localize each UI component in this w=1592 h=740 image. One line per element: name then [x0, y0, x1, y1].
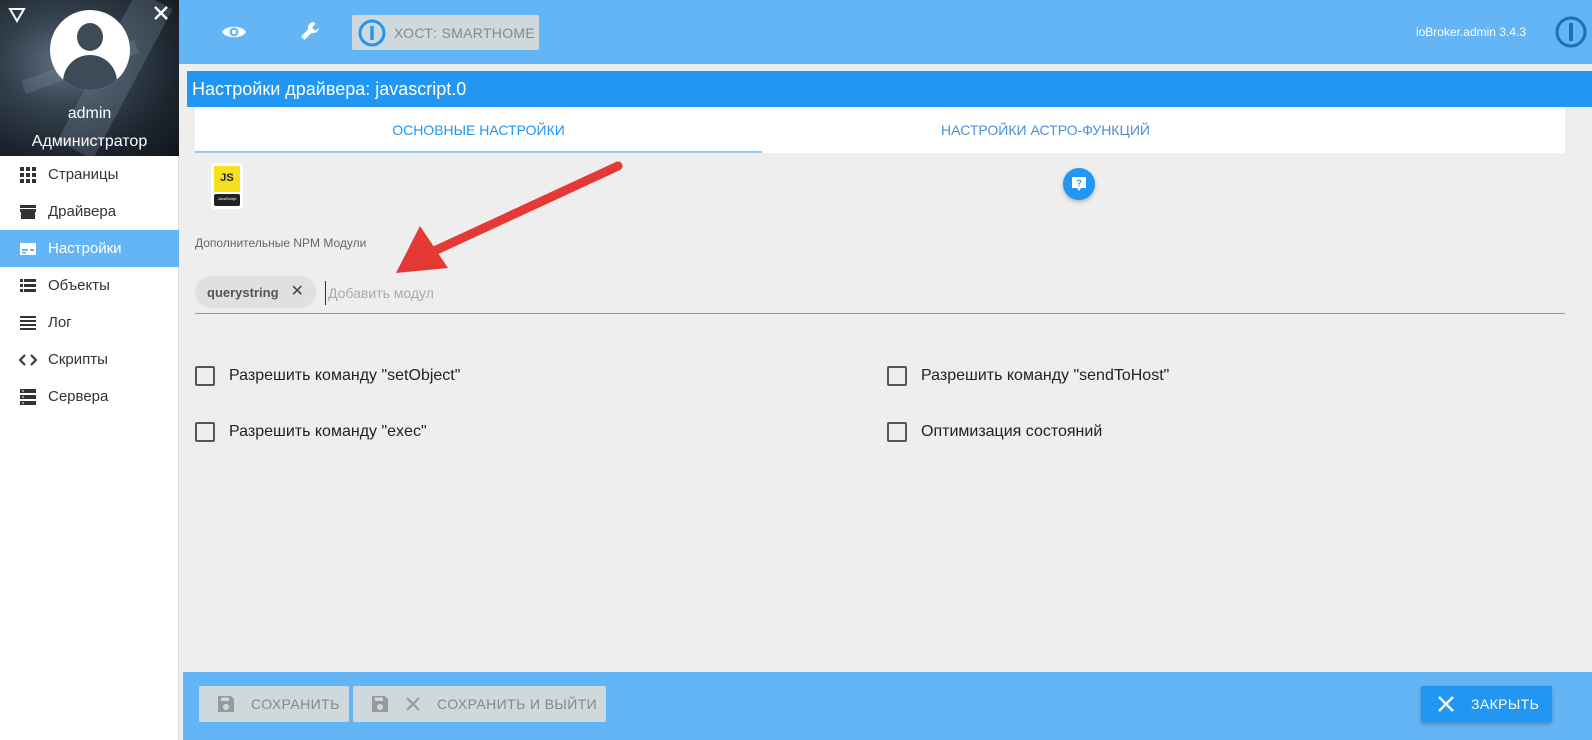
allow-sendtohost-checkbox[interactable] [887, 366, 907, 386]
sidebar-item-objects[interactable]: Объекты [0, 267, 179, 304]
help-icon: ? [1072, 177, 1086, 191]
close-icon[interactable]: ✕ [291, 284, 304, 300]
user-name: admin [67, 105, 112, 122]
sidebar-item-label: Страницы [48, 166, 119, 183]
save-button[interactable]: СОХРАНИТЬ [199, 686, 349, 722]
sidebar-item-pages[interactable]: Страницы [0, 156, 179, 193]
iobroker-logo-icon [358, 19, 386, 46]
lines-icon [18, 313, 38, 333]
dialog-header: Настройки драйвера: javascript.0 [187, 71, 1592, 107]
save-label: СОХРАНИТЬ [251, 696, 340, 712]
sidebar-item-label: Лог [48, 314, 72, 331]
profile-header: admin Администратор [0, 0, 179, 156]
sidebar-item-log[interactable]: Лог [0, 304, 179, 341]
add-module-input[interactable] [325, 281, 725, 305]
save-and-exit-button[interactable]: СОХРАНИТЬ И ВЫЙТИ [353, 686, 606, 722]
user-role: Администратор [31, 133, 148, 150]
allow-exec-row[interactable]: Разрешить команду "exec" [195, 422, 427, 442]
grid-icon [18, 165, 38, 185]
chip-label: querystring [207, 284, 279, 300]
help-button[interactable]: ? [1063, 168, 1095, 200]
checkbox-label: Разрешить команду "setObject" [229, 367, 461, 384]
tab-main-settings[interactable]: ОСНОВНЫЕ НАСТРОЙКИ [195, 107, 762, 153]
logo-caption: JavaScript [217, 196, 237, 201]
input-underline [195, 313, 1565, 314]
optimize-states-row[interactable]: Оптимизация состояний [887, 422, 1102, 442]
sidebar-item-drivers[interactable]: Драйвера [0, 193, 179, 230]
list-icon [18, 276, 38, 296]
menu-triangle-icon[interactable] [8, 6, 28, 26]
allow-setobject-row[interactable]: Разрешить команду "setObject" [195, 366, 460, 386]
server-icon [18, 387, 38, 407]
npm-module-chip: querystring ✕ [195, 276, 316, 308]
sidebar: admin Администратор Страницы Драйвера На… [0, 0, 179, 740]
save-exit-label: СОХРАНИТЬ И ВЫЙТИ [437, 696, 598, 712]
sidebar-item-settings[interactable]: Настройки [0, 230, 179, 267]
sidebar-item-label: Объекты [48, 277, 110, 294]
checkbox-label: Разрешить команду "sendToHost" [921, 367, 1170, 384]
host-selector[interactable]: ХОСТ: SMARTHOME [352, 15, 539, 50]
tab-indicator [195, 151, 762, 153]
sidebar-item-servers[interactable]: Сервера [0, 378, 179, 415]
close-icon [1438, 696, 1454, 712]
settings-panel-icon [18, 239, 38, 259]
store-icon [18, 202, 38, 222]
sidebar-item-scripts[interactable]: Скрипты [0, 341, 179, 378]
optimize-states-checkbox[interactable] [887, 422, 907, 442]
javascript-adapter-logo: JS JavaScript [211, 163, 243, 209]
checkbox-label: Разрешить команду "exec" [229, 423, 427, 440]
svg-text:?: ? [1076, 178, 1082, 188]
settings-dialog: Настройки драйвера: javascript.0 ОСНОВНЫ… [187, 71, 1592, 740]
dialog-footer: СОХРАНИТЬ СОХРАНИТЬ И ВЫЙТИ ЗАКРЫТЬ [183, 672, 1592, 740]
dialog-title: Настройки драйвера: javascript.0 [192, 79, 467, 99]
save-icon [218, 696, 234, 712]
host-label: ХОСТ: SMARTHOME [394, 24, 535, 41]
code-icon [18, 350, 38, 370]
close-button[interactable]: ЗАКРЫТЬ [1421, 686, 1552, 722]
eye-icon[interactable] [219, 18, 249, 46]
close-icon [406, 697, 420, 711]
tab-astro-settings[interactable]: НАСТРОЙКИ АСТРО-ФУНКЦИЙ [762, 107, 1329, 153]
avatar[interactable] [50, 10, 130, 90]
version-label: ioBroker.admin 3.4.3 [1415, 25, 1526, 39]
allow-setobject-checkbox[interactable] [195, 366, 215, 386]
allow-exec-checkbox[interactable] [195, 422, 215, 442]
iobroker-logo-icon [1554, 15, 1588, 49]
close-icon[interactable] [150, 4, 172, 26]
npm-modules-label: Дополнительные NPM Модули [195, 236, 367, 250]
sidebar-item-label: Драйвера [48, 203, 117, 220]
sidebar-nav: Страницы Драйвера Настройки Объекты Лог [0, 156, 179, 415]
logo-text: JS [220, 172, 234, 184]
wrench-icon[interactable] [296, 18, 326, 46]
sidebar-item-label: Скрипты [48, 351, 108, 368]
top-bar: ХОСТ: SMARTHOME ioBroker.admin 3.4.3 [179, 0, 1592, 64]
sidebar-item-label: Настройки [48, 240, 122, 257]
allow-sendtohost-row[interactable]: Разрешить команду "sendToHost" [887, 366, 1169, 386]
sidebar-item-label: Сервера [48, 388, 109, 405]
tab-bar: ОСНОВНЫЕ НАСТРОЙКИ НАСТРОЙКИ АСТРО-ФУНКЦ… [195, 107, 1565, 153]
save-icon [372, 696, 388, 712]
close-label: ЗАКРЫТЬ [1471, 696, 1540, 712]
checkbox-label: Оптимизация состояний [921, 423, 1103, 440]
